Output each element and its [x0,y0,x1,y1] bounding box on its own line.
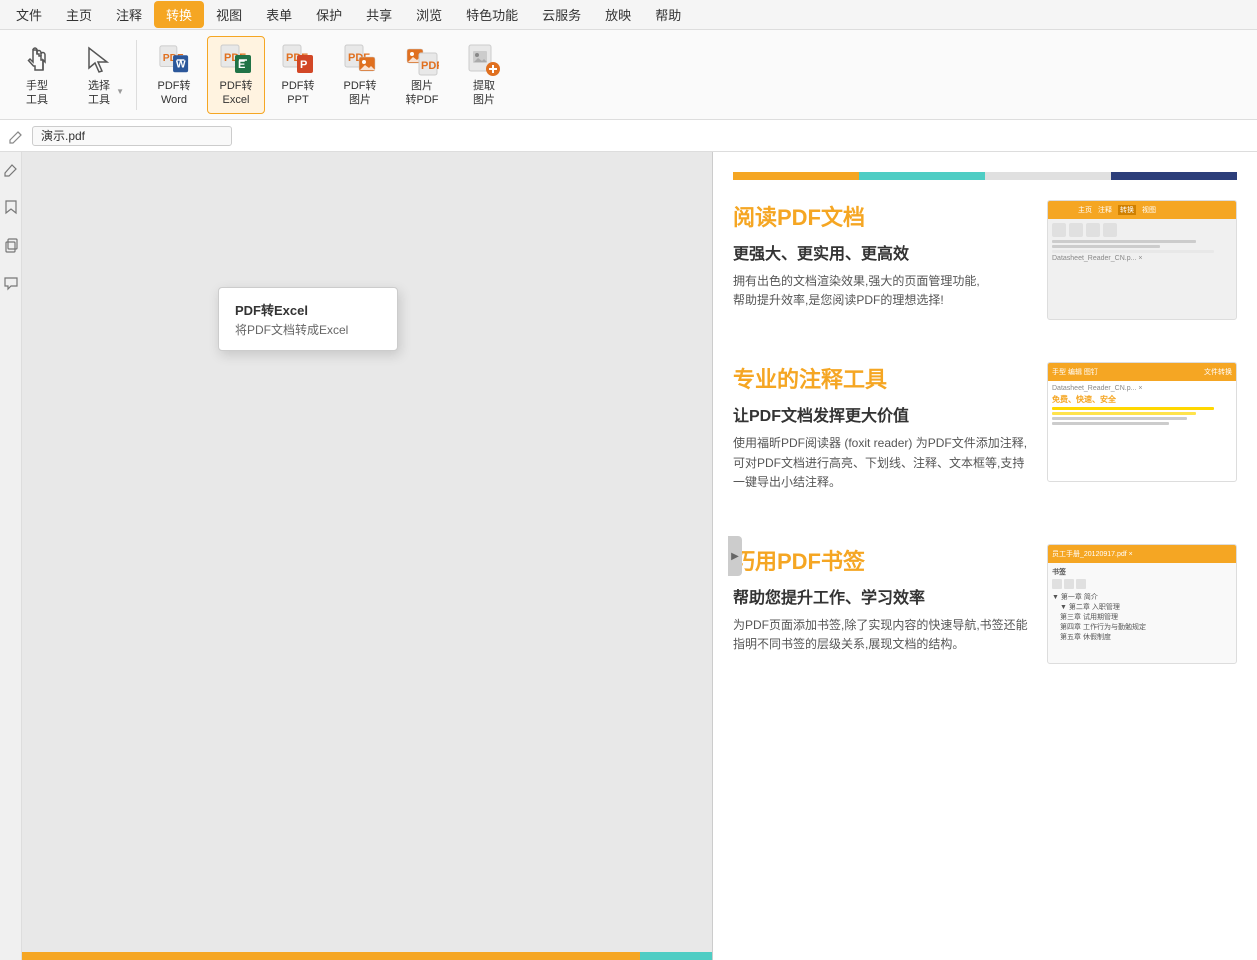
filebar [0,120,1257,152]
menu-item-convert[interactable]: 转换 [154,1,204,28]
select-tool-arrow: ▼ [116,87,124,96]
pdf-to-excel-icon: PDF E [218,42,254,78]
extract-image-label: 提取图片 [473,80,495,106]
svg-text:P: P [300,59,307,71]
image-to-pdf-label: 图片转PDF [406,80,439,106]
pdf-to-image-button[interactable]: PDF PDF转图片 [331,36,389,114]
tooltip-title: PDF转Excel [219,296,397,321]
menu-item-annotate[interactable]: 注释 [104,1,154,28]
filename-input[interactable] [32,126,232,146]
menu-item-cloud[interactable]: 云服务 [530,1,593,28]
menu-item-view[interactable]: 视图 [204,1,254,28]
color-bar-teal [859,172,985,180]
preview-section-annotation: 手型 编辑 图钉 文件转换 Datasheet_Reader_CN.p... ×… [733,362,1237,504]
color-bar-navy [1111,172,1237,180]
menu-item-features[interactable]: 特色功能 [454,1,530,28]
edit-filebar-icon [8,128,24,144]
sidebar-edit-icon[interactable] [2,160,20,178]
main-area: ▶ 主页 注释 转换 视图 [0,152,1257,960]
menu-item-protect[interactable]: 保护 [304,1,354,28]
image-to-pdf-icon: PDF [404,42,440,78]
svg-text:E: E [238,59,245,71]
menu-item-home[interactable]: 主页 [54,1,104,28]
menu-item-browse[interactable]: 浏览 [404,1,454,28]
sidebar-comment-icon[interactable] [2,274,20,292]
cursor-icon [81,42,117,78]
preview-color-bar [733,172,1237,180]
hand-tool-label: 手型工具 [26,80,48,106]
pdf-to-image-label: PDF转图片 [344,80,377,106]
tooltip-description: 将PDF文档转成Excel [219,321,397,342]
preview-screenshot-read: 主页 注释 转换 视图 Datasheet_Reader_CN.p.. [1047,200,1237,320]
pdf-to-excel-button[interactable]: PDF E PDF转Excel [207,36,265,114]
menu-item-form[interactable]: 表单 [254,1,304,28]
pdf-to-ppt-icon: PDF P [280,42,316,78]
hand-icon [19,42,55,78]
pdf-to-word-icon: PDF W [156,42,192,78]
pdf-to-word-label: PDF转Word [158,80,191,106]
pdf-to-image-icon: PDF [342,42,378,78]
pdf-to-ppt-button[interactable]: PDF P PDF转PPT [269,36,327,114]
tooltip-dropdown: PDF转Excel 将PDF文档转成Excel [218,287,398,351]
select-tool-button[interactable]: 选择工具 ▼ [70,36,128,114]
pdf-to-word-button[interactable]: PDF W PDF转Word [145,36,203,114]
select-tool-label: 选择工具 [88,80,110,106]
menu-item-share[interactable]: 共享 [354,1,404,28]
color-bar-orange [733,172,859,180]
image-to-pdf-button[interactable]: PDF 图片转PDF [393,36,451,114]
preview-section-bookmark: 员工手册_20120917.pdf × 书签 ▼ 第一章 简介 ▼ 第二章 入职… [733,544,1237,666]
extract-image-icon [466,42,502,78]
hand-tool-button[interactable]: 手型工具 [8,36,66,114]
pdf-preview-panel: 主页 注释 转换 视图 Datasheet_Reader_CN.p.. [712,152,1257,960]
collapse-handle[interactable]: ▶ [728,536,742,576]
menu-item-slideshow[interactable]: 放映 [593,1,643,28]
menubar: 文件 主页 注释 转换 视图 表单 保护 共享 浏览 特色功能 云服务 放映 帮… [0,0,1257,30]
pdf-to-excel-label: PDF转Excel [220,80,253,106]
sidebar-bookmark-icon[interactable] [2,198,20,216]
menu-item-file[interactable]: 文件 [4,1,54,28]
sidebar-copy-icon[interactable] [2,236,20,254]
svg-text:W: W [176,60,186,71]
color-bar-gray [985,172,1111,180]
pdf-to-ppt-label: PDF转PPT [282,80,315,106]
left-sidebar [0,152,22,960]
svg-text:PDF: PDF [421,60,439,72]
menu-item-help[interactable]: 帮助 [643,1,693,28]
preview-screenshot-bookmark: 员工手册_20120917.pdf × 书签 ▼ 第一章 简介 ▼ 第二章 入职… [1047,544,1237,664]
collapse-icon: ▶ [731,551,739,562]
toolbar: 手型工具 选择工具 ▼ PDF W PDF转Word [0,30,1257,120]
preview-section-read: 主页 注释 转换 视图 Datasheet_Reader_CN.p.. [733,200,1237,322]
bottom-strip-orange [22,952,640,960]
preview-screenshot-annotation: 手型 编辑 图钉 文件转换 Datasheet_Reader_CN.p... ×… [1047,362,1237,482]
extract-image-button[interactable]: 提取图片 [455,36,513,114]
separator-1 [136,40,137,110]
